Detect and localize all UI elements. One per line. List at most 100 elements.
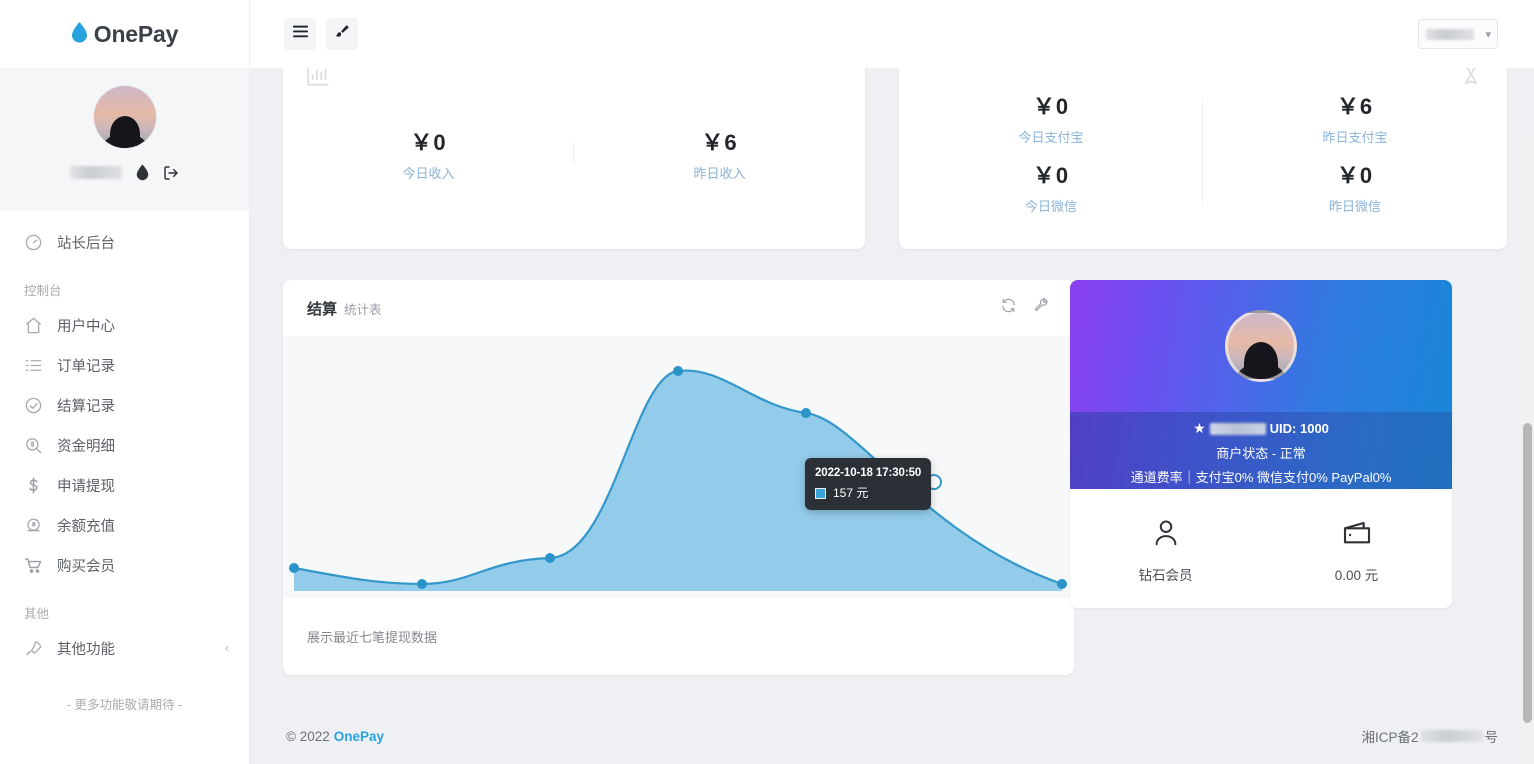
paint-brush-icon [334,24,350,45]
sidebar-item-label: 其他功能 [57,641,115,658]
chevron-left-icon: ‹ [225,641,229,655]
app-root: OnePay 站长后台 控制台 用户中心 订单记录 结算记录 资金明细 申请提现… [0,0,1534,764]
chart-point [673,366,683,376]
sidebar-item-label: 订单记录 [57,358,115,375]
sidebar-item-label: 余额充值 [57,518,115,535]
topbar: ▾ [250,0,1534,68]
stat-today-income: ￥0 今日收入 [283,125,574,182]
stat-value: ￥0 [1336,162,1374,188]
chart-point [1057,579,1067,589]
star-icon: ★ [1193,420,1206,436]
vertical-scrollbar[interactable] [1520,136,1534,764]
sidebar-item-withdraw[interactable]: 申请提现 [0,465,249,505]
brand-name: OnePay [93,20,179,47]
water-drop-icon[interactable] [136,164,149,181]
wrench-icon[interactable] [1033,297,1050,319]
wallet-icon [1261,514,1452,552]
stat-yesterday-income: ￥6 昨日收入 [574,125,865,182]
area-chart-svg [289,366,1067,591]
hamburger-menu-button[interactable] [284,18,316,50]
merchant-uid: UID: 1000 [1269,421,1329,436]
footer-copyright: © 2022 [286,728,330,744]
icp-number-redacted [1420,730,1483,742]
logout-icon[interactable] [163,165,179,181]
merchant-tile-membership[interactable]: 钻石会员 [1070,514,1261,584]
chart-plot-area[interactable]: 2022-10-18 17:30:50 157 元 [283,336,1074,598]
stat-value: ￥6 [1336,93,1374,119]
chart-point [417,579,427,589]
chart-point [289,563,299,573]
page-footer: © 2022 OnePay 湘ICP备2 号 [250,708,1534,764]
tooltip-value: 157 元 [833,486,869,501]
check-circle-icon [24,396,43,415]
hamburger-menu-icon [292,25,308,43]
stat-yesterday-alipay: ￥6 昨日支付宝 [1203,89,1507,146]
sidebar-item-label: 资金明细 [57,438,115,455]
coin-icon [24,516,43,535]
username-redacted [70,166,122,179]
stat-label: 今日支付宝 [1018,129,1084,145]
refresh-icon[interactable] [1000,297,1017,319]
cart-icon [24,556,43,575]
avatar[interactable] [93,86,156,148]
sidebar-item-buy-membership[interactable]: 购买会员 [0,545,249,585]
stat-label: 今日收入 [402,166,455,181]
chart-point [801,408,811,418]
income-stat-pairs: ￥0 今日收入 ￥6 昨日收入 [283,68,865,249]
stat-today-alipay: ￥0 今日支付宝 [899,89,1203,146]
sidebar-item-label: 申请提现 [57,478,115,495]
sidebar-item-label: 站长后台 [57,235,115,252]
settlement-chart-card: 结算 统计表 2022-10-18 17:30:50 157 元 展示最近七笔提… [283,280,1074,675]
sidebar-item-recharge[interactable]: 余额充值 [0,505,249,545]
merchant-tile-balance[interactable]: 0.00 元 [1261,514,1452,584]
merchant-info-card: ★ UID: 1000 商户状态 - 正常 通道费率｜支付宝0% 微信支付0% … [1070,280,1452,608]
merchant-fees: 通道费率｜支付宝0% 微信支付0% PayPal0% [1130,470,1392,485]
sidebar-user-block [0,68,249,210]
home-icon [24,316,43,335]
merchant-banner [1070,280,1452,412]
scrollbar-thumb[interactable] [1523,423,1532,723]
stat-label: 昨日微信 [1328,198,1381,214]
stat-label: 昨日支付宝 [1322,129,1388,145]
dollar-icon [24,476,43,495]
sidebar-item-label: 购买会员 [57,558,115,575]
income-stat-card: ￥0 今日收入 ￥6 昨日收入 [283,68,865,249]
sidebar-item-user-center[interactable]: 用户中心 [0,305,249,345]
icp-prefix: 湘ICP备2 [1361,730,1419,745]
sidebar-item-settlements[interactable]: 结算记录 [0,385,249,425]
bar-chart-icon [305,68,331,93]
merchant-avatar[interactable] [1225,310,1297,382]
merchant-name-redacted [1209,422,1266,435]
dashboard-icon [24,233,43,252]
sidebar-item-orders[interactable]: 订单记录 [0,345,249,385]
select-value-redacted [1426,28,1474,40]
sidebar-item-label: 用户中心 [57,318,115,335]
stat-value: ￥0 [1032,93,1070,119]
channel-stat-card: ￥0 今日支付宝 ￥0 今日微信 ￥6 昨日支付宝 ￥0 昨日微信 [899,68,1507,249]
chevron-down-icon: ▾ [1485,28,1491,41]
merchant-details: ★ UID: 1000 商户状态 - 正常 通道费率｜支付宝0% 微信支付0% … [1070,412,1452,489]
sidebar-nav: 站长后台 控制台 用户中心 订单记录 结算记录 资金明细 申请提现 余额充值 购… [0,210,249,713]
sidebar-item-zhanzhang[interactable]: 站长后台 [0,222,249,262]
merchant-name-row: ★ UID: 1000 [1070,420,1452,437]
chart-header: 结算 统计表 [283,280,1074,336]
sidebar-group-title-1: 其他 [24,607,50,621]
theme-button[interactable] [326,18,358,50]
chart-title: 结算 [307,300,338,318]
icp-suffix: 号 [1484,730,1499,745]
sidebar-item-label: 结算记录 [57,398,115,415]
person-icon [1070,514,1261,552]
sidebar-item-other-functions[interactable]: 其他功能 ‹ [0,628,249,668]
footer-brand: OnePay [333,728,385,744]
water-drop-icon [71,21,88,47]
sidebar-group-title-0: 控制台 [24,284,62,298]
chart-tooltip: 2022-10-18 17:30:50 157 元 [805,458,932,511]
stat-col-today: ￥0 今日支付宝 ￥0 今日微信 [899,81,1203,223]
channel-stat-pairs: ￥0 今日支付宝 ￥0 今日微信 ￥6 昨日支付宝 ￥0 昨日微信 [899,68,1507,249]
list-icon [24,356,43,375]
stat-col-yesterday: ￥6 昨日支付宝 ￥0 昨日微信 [1203,81,1507,223]
main-content: ￥0 今日收入 ￥6 昨日收入 ￥0 今日支付宝 ￥0 今日微信 ￥6 昨日支付… [250,68,1534,764]
sidebar-item-fund-details[interactable]: 资金明细 [0,425,249,465]
brand-logo[interactable]: OnePay [0,0,249,68]
language-select[interactable]: ▾ [1418,19,1498,49]
